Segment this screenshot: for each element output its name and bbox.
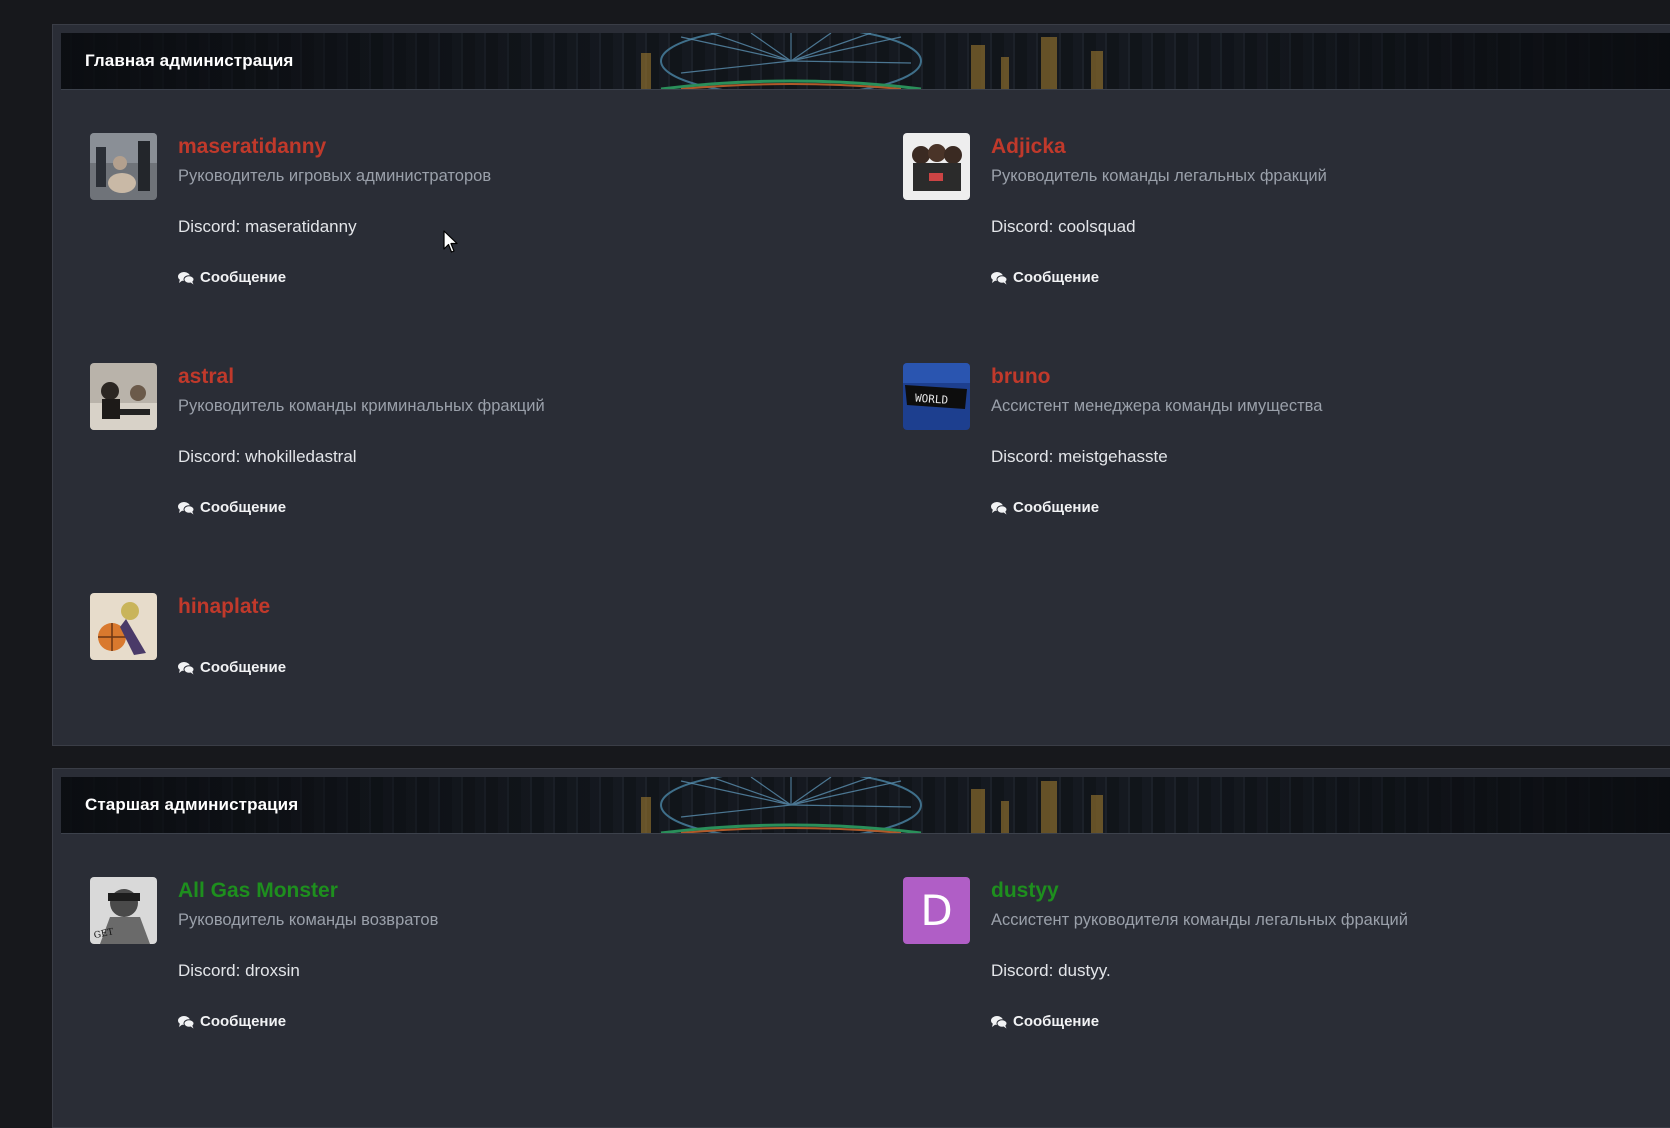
avatar[interactable] — [90, 593, 157, 660]
member-card: hinaplate Сообщение — [90, 593, 850, 693]
message-label: Сообщение — [1013, 1013, 1100, 1030]
section-header: Старшая администрация — [61, 777, 1670, 834]
message-label: Сообщение — [1013, 269, 1100, 286]
member-name[interactable]: Adjicka — [991, 135, 1066, 159]
message-button[interactable]: Сообщение — [178, 269, 286, 286]
svg-text:WORLD: WORLD — [915, 392, 949, 407]
member-name[interactable]: maseratidanny — [178, 135, 326, 159]
avatar[interactable]: GET — [90, 877, 157, 944]
header-banner-image — [641, 33, 1103, 89]
message-button[interactable]: Сообщение — [991, 1013, 1099, 1030]
member-discord: Discord: whokilledastral — [178, 447, 357, 466]
member-role: Руководитель команды легальных фракций — [991, 167, 1327, 185]
member-discord: Discord: coolsquad — [991, 217, 1136, 236]
member-card: GET All Gas Monster Руководитель команды… — [90, 877, 850, 1057]
message-label: Сообщение — [1013, 499, 1100, 516]
avatar[interactable] — [903, 133, 970, 200]
message-label: Сообщение — [200, 1013, 287, 1030]
comments-icon — [991, 1015, 1007, 1028]
member-card: D dustyy Ассистент руководителя команды … — [903, 877, 1663, 1057]
avatar[interactable]: D — [903, 877, 970, 944]
section-title: Главная администрация — [85, 51, 294, 70]
header-banner-image — [641, 777, 1103, 833]
member-role: Ассистент менеджера команды имущества — [991, 397, 1323, 415]
message-label: Сообщение — [200, 659, 287, 676]
member-name[interactable]: bruno — [991, 365, 1050, 389]
member-discord: Discord: maseratidanny — [178, 217, 357, 236]
comments-icon — [991, 271, 1007, 284]
member-role: Руководитель игровых администраторов — [178, 167, 492, 185]
member-name[interactable]: astral — [178, 365, 234, 389]
member-role: Руководитель команды возвратов — [178, 911, 439, 929]
member-discord: Discord: meistgehasste — [991, 447, 1168, 466]
section-senior-administration: Старшая администрация GET All Gas Monste… — [52, 768, 1670, 1128]
avatar[interactable] — [90, 133, 157, 200]
member-card: astral Руководитель команды криминальных… — [90, 363, 850, 543]
comments-icon — [178, 661, 194, 674]
member-discord: Discord: droxsin — [178, 961, 300, 980]
member-discord: Discord: dustyy. — [991, 961, 1111, 980]
member-name[interactable]: hinaplate — [178, 595, 270, 619]
section-main-administration: Главная администрация maseratidanny Руко… — [52, 24, 1670, 746]
member-card: WORLD bruno Ассистент менеджера команды … — [903, 363, 1663, 543]
avatar[interactable]: WORLD — [903, 363, 970, 430]
avatar[interactable] — [90, 363, 157, 430]
message-button[interactable]: Сообщение — [991, 269, 1099, 286]
message-button[interactable]: Сообщение — [178, 499, 286, 516]
comments-icon — [178, 1015, 194, 1028]
member-name[interactable]: All Gas Monster — [178, 879, 338, 903]
comments-icon — [178, 501, 194, 514]
section-header: Главная администрация — [61, 33, 1670, 90]
comments-icon — [178, 271, 194, 284]
message-button[interactable]: Сообщение — [991, 499, 1099, 516]
section-title: Старшая администрация — [85, 795, 299, 814]
letter-avatar: D — [903, 877, 970, 944]
message-button[interactable]: Сообщение — [178, 1013, 286, 1030]
member-card: Adjicka Руководитель команды легальных ф… — [903, 133, 1663, 313]
comments-icon — [991, 501, 1007, 514]
member-role: Руководитель команды криминальных фракци… — [178, 397, 545, 415]
message-label: Сообщение — [200, 269, 287, 286]
member-name[interactable]: dustyy — [991, 879, 1059, 903]
mouse-cursor-icon — [443, 230, 458, 253]
message-button[interactable]: Сообщение — [178, 659, 286, 676]
message-label: Сообщение — [200, 499, 287, 516]
member-card: maseratidanny Руководитель игровых админ… — [90, 133, 850, 313]
member-role: Ассистент руководителя команды легальных… — [991, 911, 1408, 929]
